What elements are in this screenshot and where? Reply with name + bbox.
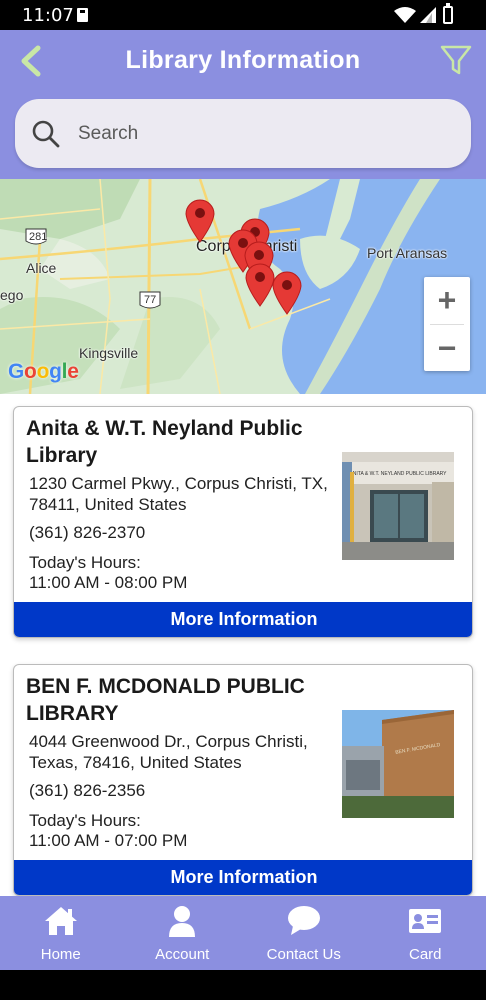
search-bar[interactable] — [15, 99, 471, 168]
library-hours: 11:00 AM - 08:00 PM — [29, 573, 188, 592]
google-logo: Google — [8, 360, 79, 383]
bottom-navigation: Home Account Contact Us Card — [0, 896, 486, 970]
card-icon — [409, 909, 442, 933]
nav-label: Account — [155, 946, 210, 963]
search-input[interactable] — [78, 99, 438, 168]
search-icon — [32, 120, 60, 148]
app-screen: 11:07 Library Information Search 281 77 … — [0, 0, 486, 1000]
map-pin[interactable] — [271, 269, 303, 315]
library-address: 1230 Carmel Pkwy., Corpus Christi, TX, 7… — [29, 474, 328, 514]
library-photo: ANITA & W.T. NEYLAND PUBLIC LIBRARY — [342, 452, 454, 560]
library-name: Anita & W.T. Neyland Public Library — [26, 417, 303, 467]
map-pin[interactable] — [184, 197, 216, 243]
filter-icon[interactable] — [440, 44, 472, 76]
app-header: Library Information — [0, 30, 486, 180]
signal-icon — [420, 7, 436, 23]
map-label-77: 77 — [144, 294, 157, 306]
account-icon — [169, 906, 196, 937]
nav-label: Contact Us — [266, 946, 341, 963]
battery-icon — [443, 3, 453, 24]
nav-label: Card — [408, 946, 442, 963]
system-navigation-bar — [0, 970, 486, 1000]
zoom-in-button[interactable]: + — [424, 277, 470, 324]
more-information-button[interactable]: More Information — [14, 860, 472, 895]
sd-card-icon — [77, 8, 88, 22]
svg-text:ANITA & W.T. NEYLAND PUBLIC LI: ANITA & W.T. NEYLAND PUBLIC LIBRARY — [349, 471, 447, 477]
library-hours: 11:00 AM - 07:00 PM — [29, 831, 188, 850]
library-name: BEN F. MCDONALD PUBLIC LIBRARY — [26, 675, 305, 725]
wifi-icon — [394, 7, 416, 23]
map-zoom-control: + − — [424, 277, 470, 371]
more-information-button[interactable]: More Information — [14, 602, 472, 637]
home-icon — [44, 907, 77, 935]
nav-home[interactable]: Home — [0, 896, 122, 970]
library-card: Anita & W.T. Neyland Public Library 1230… — [13, 406, 473, 638]
map-label-port-aransas: Port Aransas — [367, 245, 448, 261]
page-title: Library Information — [125, 46, 361, 74]
nav-label: Home — [40, 946, 81, 963]
library-card: BEN F. MCDONALD PUBLIC LIBRARY 4044 Gree… — [13, 664, 473, 896]
nav-account[interactable]: Account — [122, 896, 244, 970]
map-label-281: 281 — [29, 231, 48, 243]
map-label-kingsville: Kingsville — [79, 345, 139, 361]
library-phone[interactable]: (361) 826-2356 — [29, 781, 145, 801]
map-label-ego: ego — [0, 287, 24, 303]
library-map[interactable]: 281 77 Corpus Christi Port Aransas Alice… — [0, 179, 486, 394]
zoom-out-button[interactable]: − — [424, 325, 470, 372]
hours-label: Today's Hours: — [29, 553, 141, 572]
chat-icon — [287, 906, 320, 935]
nav-contact-us[interactable]: Contact Us — [243, 896, 365, 970]
status-bar: 11:07 — [0, 0, 486, 30]
library-phone[interactable]: (361) 826-2370 — [29, 523, 145, 543]
library-list: Anita & W.T. Neyland Public Library 1230… — [0, 394, 486, 896]
status-time: 11:07 — [22, 5, 74, 26]
hours-label: Today's Hours: — [29, 811, 141, 830]
library-photo: BEN F. MCDONALD — [342, 710, 454, 818]
map-label-alice: Alice — [26, 260, 57, 276]
nav-card[interactable]: Card — [365, 896, 486, 970]
library-address: 4044 Greenwood Dr., Corpus Christi, Texa… — [29, 732, 308, 772]
